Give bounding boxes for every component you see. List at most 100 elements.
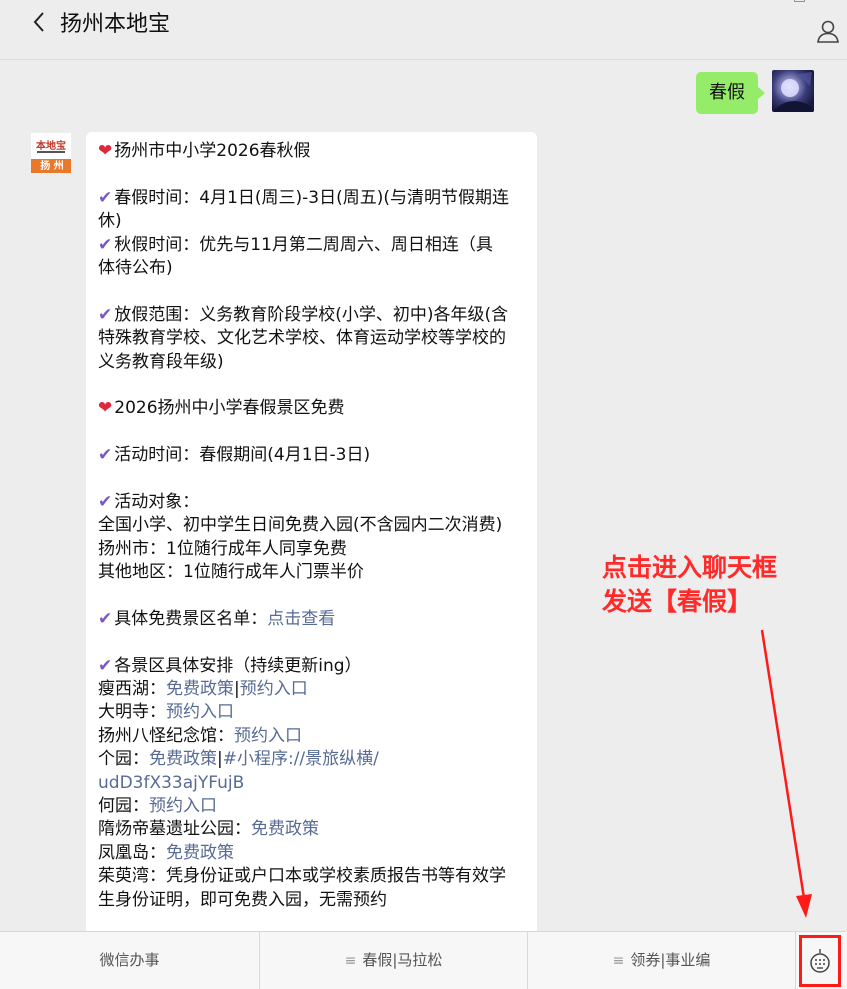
chat-header: 扬州本地宝 — □ [0,0,847,60]
bot-message-bubble[interactable]: ❤ 扬州市中小学2026春秋假 ✔ 春假时间：4月1日(周三)-3日(周五)(与清明… [86,132,537,931]
menu-item-coupons-jobs[interactable]: ≡ 领券|事业编 [528,932,796,989]
article-text: 扬州八怪纪念馆： [98,725,234,746]
avatar-image [774,72,814,112]
article-line: ❤ 2026扬州中小学春假景区免费 [98,397,525,420]
geyuan-miniprogram-code-link[interactable]: udD3fX33ajYFujB [98,773,244,793]
suiyang-free-policy-link[interactable]: 免费政策 [251,819,319,839]
article-spacer [98,584,525,607]
menu-item-spring-break-marathon[interactable]: ≡ 春假|马拉松 [260,932,528,989]
article-line: 生身份证明，即可免费入园，无需预约 [98,889,387,910]
article-spacer [98,467,525,490]
article-line: ❤ 扬州市中小学2026春秋假 [98,140,525,163]
article-spacer [98,163,525,186]
keyboard-icon [810,949,830,973]
article-line: 全国小学、初中学生日间免费入园(不含园内二次消费) [98,515,503,536]
view-list-link[interactable]: 点击查看 [267,609,335,629]
article-line: 茱萸湾：凭身份证或户口本或学校素质报告书等有效学 [98,866,506,887]
article-spacer [98,421,525,444]
article-text: 大明寺： [98,702,166,723]
keyboard-toggle-button[interactable] [799,935,841,987]
article-text: 凤凰岛： [98,842,166,863]
bot-logo-divider [37,151,65,153]
page-title: 扬州本地宝 [60,12,171,37]
baguai-reserve-link[interactable]: 预约入口 [234,726,302,746]
check-icon: ✔ [98,445,113,466]
check-icon: ✔ [98,655,113,676]
shouxihu-reserve-link[interactable]: 预约入口 [240,679,308,699]
bot-avatar[interactable]: 本地宝 扬 州 [30,132,72,174]
annotation-line: 点击进入聊天框 [602,553,778,582]
article-text: 春假时间：4月1日(周三)-3日(周五)(与清明节假期连 [114,187,509,208]
bot-logo-city: 扬 州 [31,159,71,173]
article-line: 义务教育段年级) [98,351,224,372]
heart-icon: ❤ [98,398,113,419]
article-text: 扬州市中小学2026春秋假 [114,141,311,161]
menu-label: 春假|马拉松 [362,951,443,969]
bottom-menu-bar: 微信办事 ≡ 春假|马拉松 ≡ 领券|事业编 [0,931,847,989]
fenghuang-free-policy-link[interactable]: 免费政策 [166,843,234,863]
check-icon: ✔ [98,187,113,208]
check-icon: ✔ [98,491,113,512]
minimize-icon[interactable]: — [709,0,723,4]
chat-area[interactable]: 春假 本地宝 扬 州 ❤ 扬州市中小学2026春秋假 ✔ 春假时间：4月1日(周三)… [0,61,847,931]
article-line: ✔ 活动时间：春假期间(4月1日-3日) [98,444,525,467]
article-line: 个园：免费政策|#小程序://景旅纵横/ [98,748,525,771]
person-icon [817,20,839,43]
article-line: ✔ 活动对象： [98,491,525,514]
article-spacer [98,280,525,303]
check-icon: ✔ [98,234,113,255]
article-line: udD3fX33ajYFujB [98,772,525,795]
article-line: ✔ 具体免费景区名单：点击查看 [98,608,525,631]
article-line: ✔ 春假时间：4月1日(周三)-3日(周五)(与清明节假期连 [98,187,525,210]
profile-button[interactable] [815,18,841,44]
article-text: 各景区具体安排（持续更新ing） [114,655,362,676]
article-text: 放假范围：义务教育阶段学校(小学、初中)各年级(含 [114,304,509,325]
hamburger-icon: ≡ [612,953,625,969]
daming-reserve-link[interactable]: 预约入口 [166,702,234,722]
shouxihu-free-policy-link[interactable]: 免费政策 [166,679,234,699]
article-text: 个园： [98,749,149,770]
check-icon: ✔ [98,608,113,629]
article-line: 扬州八怪纪念馆：预约入口 [98,725,525,748]
menu-item-wechat-services[interactable]: 微信办事 [0,932,260,989]
heart-icon: ❤ [98,141,113,161]
user-message-text: 春假 [709,82,745,103]
article-text: 活动时间：春假期间(4月1日-3日) [114,445,371,466]
article-text: 瘦西湖： [98,678,166,699]
article-text: 何园： [98,795,149,816]
article-line: 休) [98,211,122,232]
annotation-line: 发送【春假】 [602,587,753,616]
user-message-bubble[interactable]: 春假 [696,72,765,114]
geyuan-free-policy-link[interactable]: 免费政策 [149,749,217,769]
hamburger-icon: ≡ [344,953,357,969]
check-icon: ✔ [98,304,113,325]
article-line: 大明寺：预约入口 [98,701,525,724]
arrow-pointer-icon [760,629,812,918]
bot-logo-text: 本地宝 [36,141,66,152]
article-line: ✔ 秋假时间：优先与11月第二周周六、周日相连（具 [98,234,525,257]
geyuan-miniprogram-link[interactable]: #小程序://景旅纵横/ [223,749,379,769]
user-avatar[interactable] [772,70,814,112]
article-line: 特殊教育学校、文化艺术学校、体育运动学校等学校的 [98,328,506,349]
article-text: 2026扬州中小学春假景区免费 [114,398,345,419]
article-spacer [98,631,525,654]
article-spacer [98,374,525,397]
article-line: 扬州市：1位随行成年人同享免费 [98,538,347,559]
article-text: 隋炀帝墓遗址公园： [98,819,251,840]
article-text: 秋假时间：优先与11月第二周周六、周日相连（具 [114,234,493,255]
article-line: ✔ 各景区具体安排（持续更新ing） [98,655,525,678]
article-line: 其他地区：1位随行成年人门票半价 [98,562,364,583]
article-text: 活动对象： [114,491,200,512]
article-line: 何园：预约入口 [98,795,525,818]
back-button[interactable] [28,8,52,36]
window-controls: — □ [707,0,847,8]
maximize-icon[interactable]: □ [793,0,806,4]
heyuan-reserve-link[interactable]: 预约入口 [149,796,217,816]
article-line: 瘦西湖：免费政策|预约入口 [98,678,525,701]
menu-label: 领券|事业编 [630,951,711,969]
article-line: 体待公布) [98,257,173,278]
menu-label: 微信办事 [99,951,160,969]
chevron-left-icon [33,12,44,32]
red-annotation: 点击进入聊天框 发送【春假】 [602,551,777,619]
article-line: 隋炀帝墓遗址公园：免费政策 [98,818,525,841]
